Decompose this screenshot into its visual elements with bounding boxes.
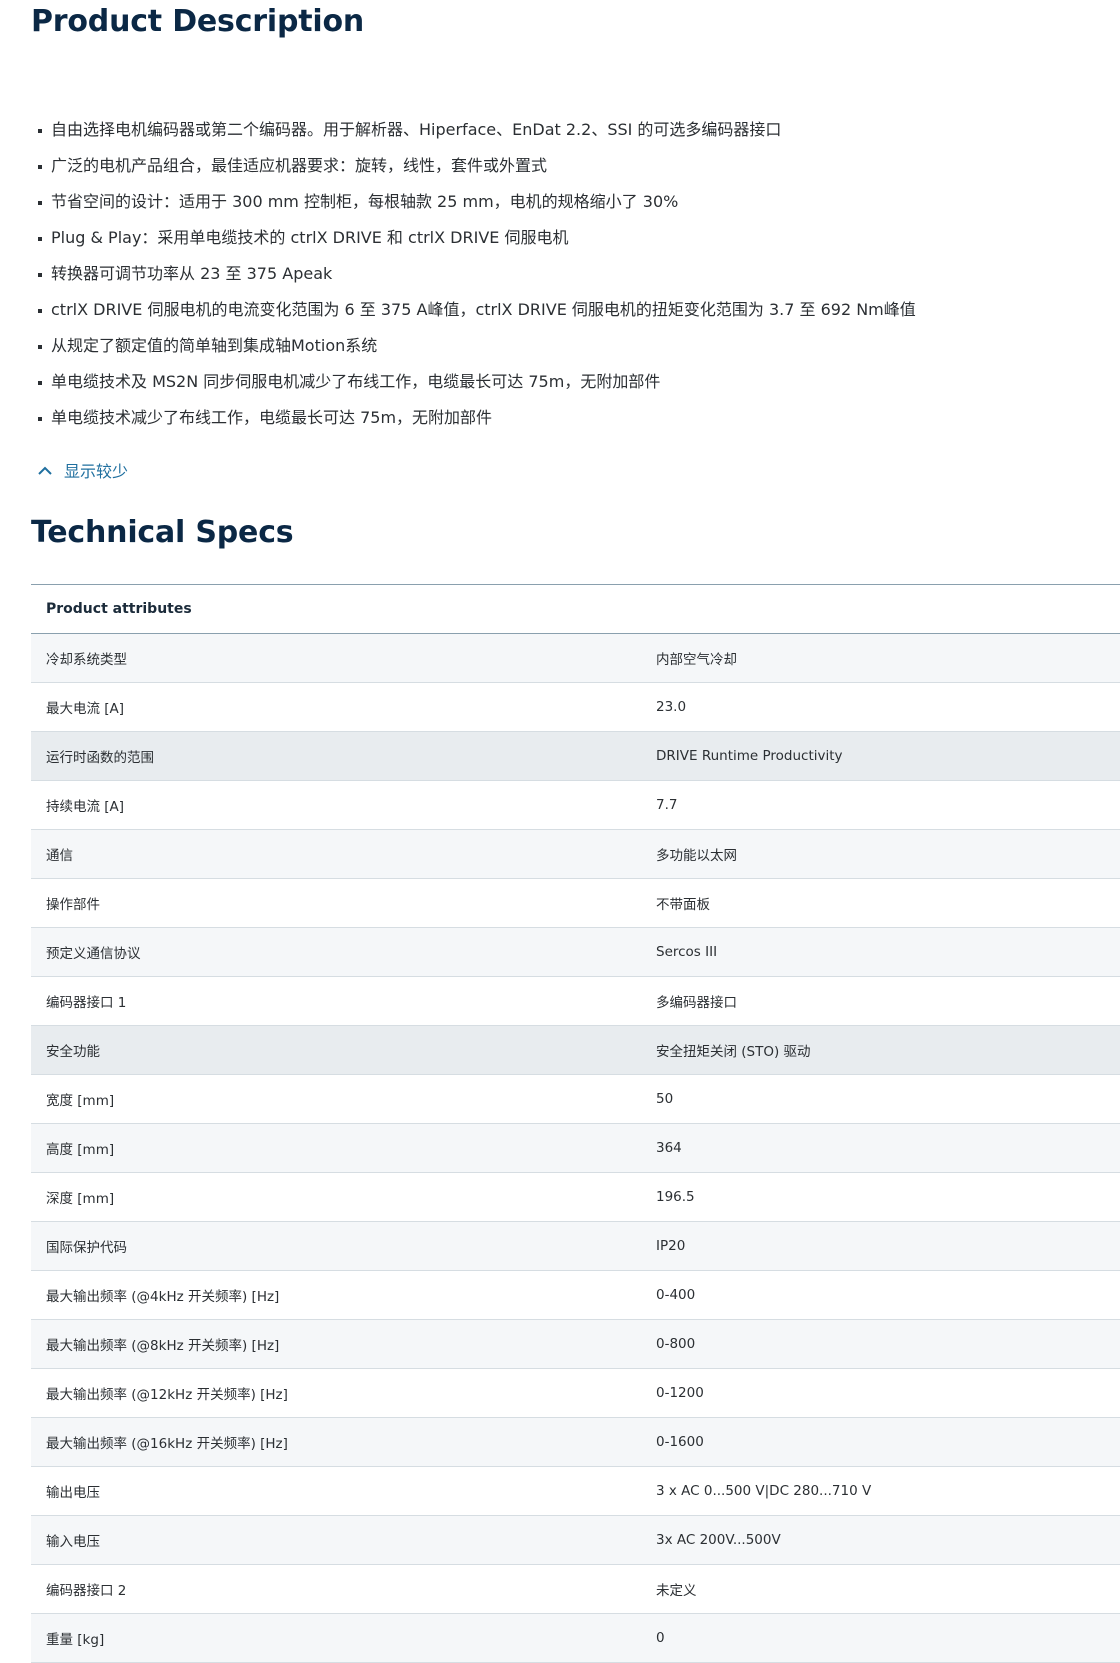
chevron-up-icon [38, 466, 52, 475]
spec-value: 196.5 [656, 1189, 695, 1205]
table-row: 最大输出频率 (@4kHz 开关频率) [Hz] 0-400 [31, 1271, 1120, 1320]
spec-key: 最大电流 [A] [46, 701, 125, 717]
spec-value: 多编码器接口 [656, 995, 737, 1011]
spec-value: 50 [656, 1091, 674, 1107]
spec-key: 通信 [46, 848, 73, 864]
spec-value: Sercos III [656, 944, 718, 960]
specs-table: Product attributes 冷却系统类型 内部空气冷却 最大电流 [A]… [31, 584, 1120, 1663]
spec-key: 操作部件 [46, 897, 100, 913]
spec-value: 23.0 [656, 699, 687, 715]
spec-value: 多功能以太网 [656, 848, 737, 864]
spec-key: 输入电压 [46, 1534, 100, 1550]
spec-value: 未定义 [656, 1583, 697, 1599]
spec-value: IP20 [656, 1238, 686, 1254]
bullet-text: 从规定了额定值的简单轴到集成轴Motion系统 [51, 336, 378, 355]
spec-value: 3 x AC 0...500 V|DC 280...710 V [656, 1483, 872, 1499]
bullet-text: 单电缆技术及 MS2N 同步伺服电机减少了布线工作，电缆最长可达 75m，无附加… [51, 372, 661, 391]
bullet-text: ctrlX DRIVE 伺服电机的电流变化范围为 6 至 375 A峰值，ctr… [51, 300, 916, 319]
table-row: 最大输出频率 (@16kHz 开关频率) [Hz] 0-1600 [31, 1418, 1120, 1467]
table-row: 最大输出频率 (@12kHz 开关频率) [Hz] 0-1200 [31, 1369, 1120, 1418]
product-description-title: Product Description [31, 4, 365, 39]
table-row: 宽度 [mm] 50 [31, 1075, 1120, 1124]
description-bullet: Plug & Play：采用单电缆技术的 ctrlX DRIVE 和 ctrlX… [38, 227, 916, 263]
bullet-dot [38, 201, 42, 205]
table-row: 最大输出频率 (@8kHz 开关频率) [Hz] 0-800 [31, 1320, 1120, 1369]
table-row: 深度 [mm] 196.5 [31, 1173, 1120, 1222]
spec-key: 宽度 [mm] [46, 1093, 115, 1109]
spec-value: 0-400 [656, 1287, 696, 1303]
spec-key: 深度 [mm] [46, 1191, 115, 1207]
bullet-dot [38, 309, 42, 313]
spec-value: 0-1600 [656, 1434, 704, 1450]
bullet-dot [38, 381, 42, 385]
spec-key: 冷却系统类型 [46, 652, 127, 668]
spec-value: 364 [656, 1140, 682, 1156]
spec-value: 3x AC 200V...500V [656, 1532, 781, 1548]
show-less-button[interactable]: 显示较少 [38, 458, 128, 482]
table-row: 持续电流 [A] 7.7 [31, 781, 1120, 830]
spec-key: 输出电压 [46, 1485, 100, 1501]
bullet-dot [38, 345, 42, 349]
bullet-text: 自由选择电机编码器或第二个编码器。用于解析器、Hiperface、EnDat 2… [51, 120, 782, 139]
bullet-text: 转换器可调节功率从 23 至 375 Apeak [51, 264, 333, 283]
bullet-dot [38, 129, 42, 133]
spec-key: 预定义通信协议 [46, 946, 141, 962]
spec-key: 持续电流 [A] [46, 799, 125, 815]
spec-key: 重量 [kg] [46, 1632, 105, 1648]
table-row: 冷却系统类型 内部空气冷却 [31, 634, 1120, 683]
spec-value: 0 [656, 1630, 665, 1646]
spec-value: DRIVE Runtime Productivity [656, 748, 843, 764]
spec-value: 0-1200 [656, 1385, 704, 1401]
table-row: 国际保护代码 IP20 [31, 1222, 1120, 1271]
bullet-text: Plug & Play：采用单电缆技术的 ctrlX DRIVE 和 ctrlX… [51, 228, 569, 247]
bullet-dot [38, 417, 42, 421]
spec-key: 国际保护代码 [46, 1240, 127, 1256]
show-less-label: 显示较少 [64, 462, 129, 481]
bullet-dot [38, 237, 42, 241]
description-bullet-list: 自由选择电机编码器或第二个编码器。用于解析器、Hiperface、EnDat 2… [38, 119, 916, 443]
spec-key: 安全功能 [46, 1044, 100, 1060]
spec-key: 编码器接口 1 [46, 995, 127, 1011]
table-row: 预定义通信协议 Sercos III [31, 928, 1120, 977]
description-bullet: 转换器可调节功率从 23 至 375 Apeak [38, 263, 916, 299]
bullet-dot [38, 273, 42, 277]
bullet-dot [38, 165, 42, 169]
technical-specs-title: Technical Specs [31, 515, 294, 550]
spec-key: 最大输出频率 (@8kHz 开关频率) [Hz] [46, 1338, 280, 1354]
description-bullet: 单电缆技术及 MS2N 同步伺服电机减少了布线工作，电缆最长可达 75m，无附加… [38, 371, 916, 407]
table-row: 高度 [mm] 364 [31, 1124, 1120, 1173]
spec-key: 运行时函数的范围 [46, 750, 154, 766]
table-row: 最大电流 [A] 23.0 [31, 683, 1120, 732]
spec-key: 最大输出频率 (@4kHz 开关频率) [Hz] [46, 1289, 280, 1305]
bullet-text: 广泛的电机产品组合，最佳适应机器要求：旋转，线性，套件或外置式 [51, 156, 548, 175]
spec-key: 最大输出频率 (@16kHz 开关频率) [Hz] [46, 1436, 288, 1452]
table-row: 通信 多功能以太网 [31, 830, 1120, 879]
table-row: 输入电压 3x AC 200V...500V [31, 1516, 1120, 1565]
spec-value: 内部空气冷却 [656, 652, 737, 668]
description-bullet: 节省空间的设计：适用于 300 mm 控制柜，每根轴款 25 mm，电机的规格缩… [38, 191, 916, 227]
spec-value: 0-800 [656, 1336, 696, 1352]
description-bullet: 自由选择电机编码器或第二个编码器。用于解析器、Hiperface、EnDat 2… [38, 119, 916, 155]
table-row: 安全功能 安全扭矩关闭 (STO) 驱动 [31, 1026, 1120, 1075]
spec-key: 高度 [mm] [46, 1142, 115, 1158]
bullet-text: 节省空间的设计：适用于 300 mm 控制柜，每根轴款 25 mm，电机的规格缩… [51, 192, 679, 211]
spec-value: 7.7 [656, 797, 678, 813]
table-row: 编码器接口 2 未定义 [31, 1565, 1120, 1614]
description-bullet: 从规定了额定值的简单轴到集成轴Motion系统 [38, 335, 916, 371]
spec-key: 最大输出频率 (@12kHz 开关频率) [Hz] [46, 1387, 288, 1403]
table-row: 输出电压 3 x AC 0...500 V|DC 280...710 V [31, 1467, 1120, 1516]
description-bullet: 单电缆技术减少了布线工作，电缆最长可达 75m，无附加部件 [38, 407, 916, 443]
table-row: 操作部件 不带面板 [31, 879, 1120, 928]
specs-table-header: Product attributes [31, 585, 1120, 634]
spec-key: 编码器接口 2 [46, 1583, 127, 1599]
description-bullet: ctrlX DRIVE 伺服电机的电流变化范围为 6 至 375 A峰值，ctr… [38, 299, 916, 335]
table-row: 重量 [kg] 0 [31, 1614, 1120, 1663]
description-bullet: 广泛的电机产品组合，最佳适应机器要求：旋转，线性，套件或外置式 [38, 155, 916, 191]
bullet-text: 单电缆技术减少了布线工作，电缆最长可达 75m，无附加部件 [51, 408, 493, 427]
spec-value: 不带面板 [656, 897, 710, 913]
table-row: 编码器接口 1 多编码器接口 [31, 977, 1120, 1026]
table-row: 运行时函数的范围 DRIVE Runtime Productivity [31, 732, 1120, 781]
spec-value: 安全扭矩关闭 (STO) 驱动 [656, 1044, 811, 1060]
